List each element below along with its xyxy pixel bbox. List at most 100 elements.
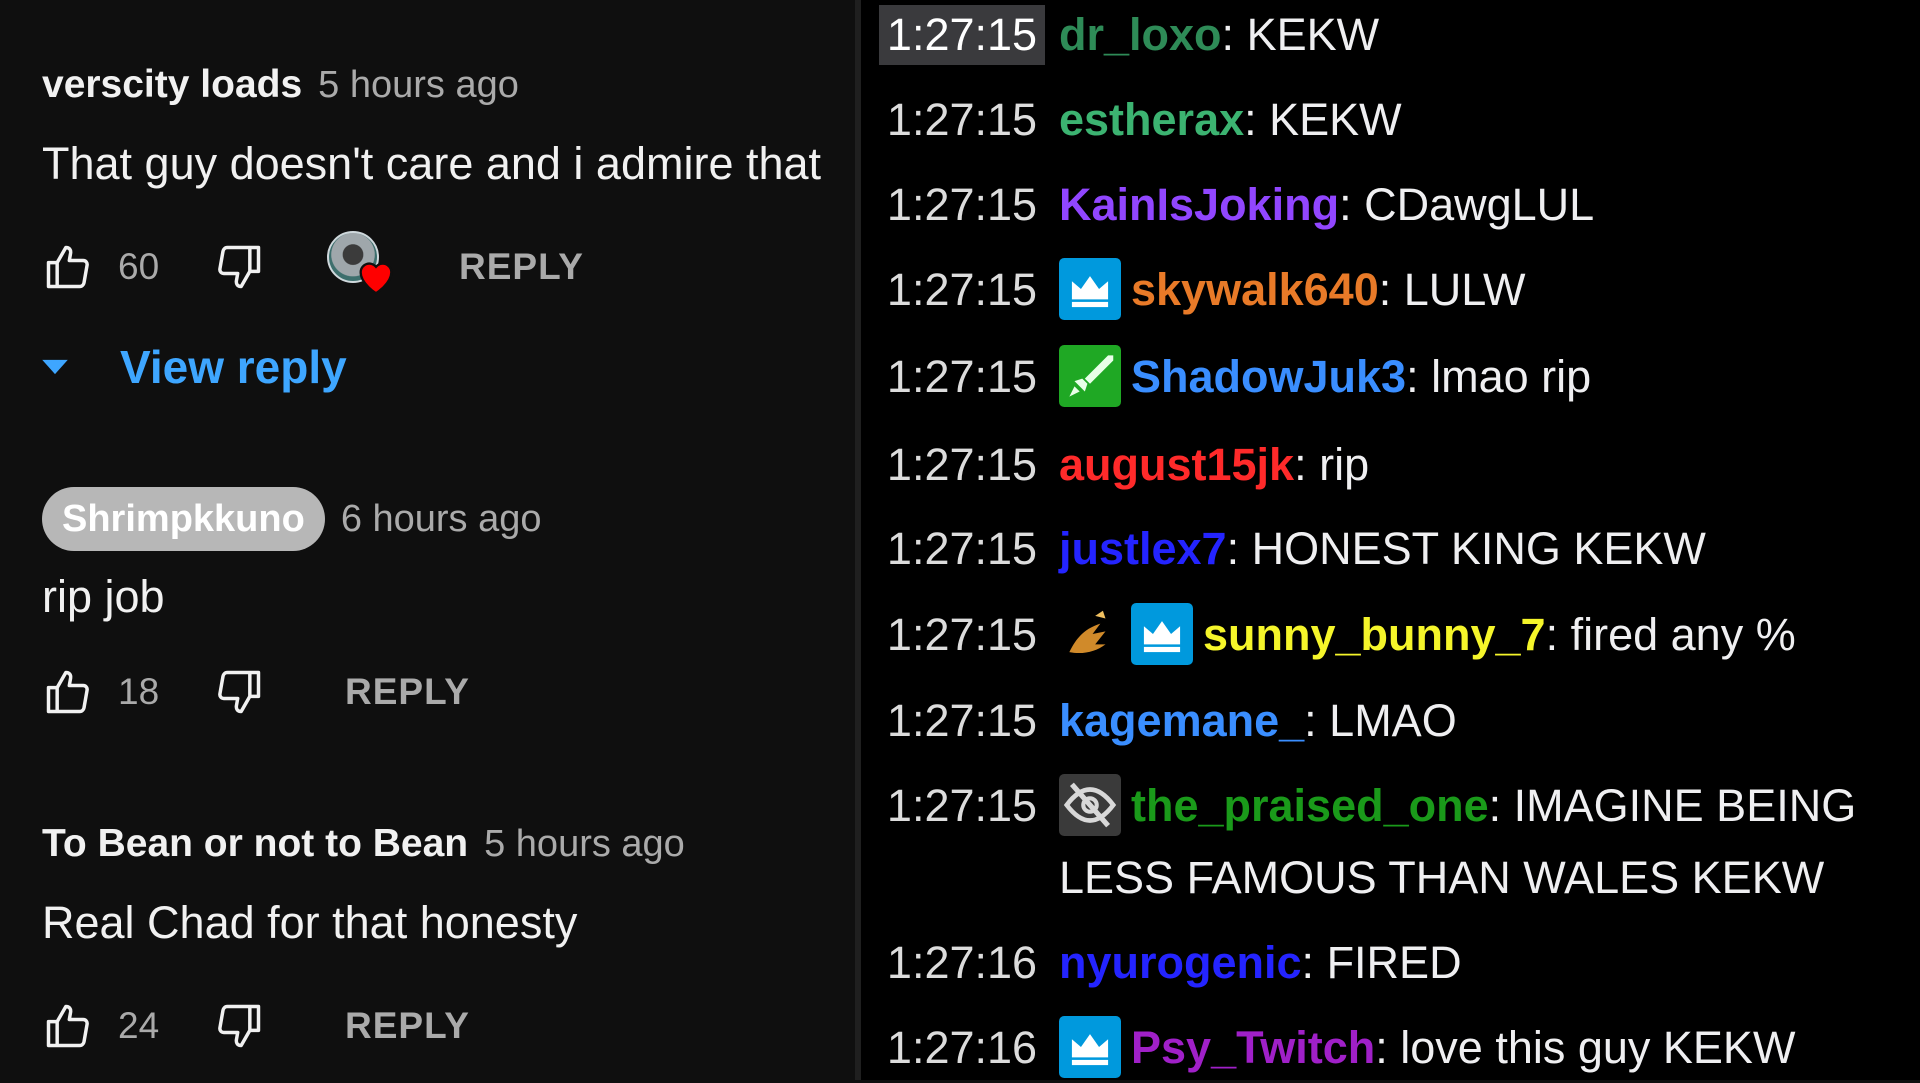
chat-text: fired any % <box>1570 609 1796 660</box>
chat-text: love this guy KEKW <box>1400 1022 1796 1073</box>
like-count: 18 <box>118 671 160 712</box>
dislike-icon[interactable] <box>213 666 265 718</box>
comment: To Bean or not to Bean 5 hours ago Real … <box>42 814 852 1066</box>
no-eye-icon[interactable] <box>1059 774 1121 837</box>
chat-separator: : <box>1226 523 1252 574</box>
comment-text: rip job <box>42 571 165 622</box>
like-count: 60 <box>118 246 160 287</box>
comment-actions: 18 REPLY <box>42 652 852 732</box>
like-icon[interactable] <box>42 241 94 293</box>
chat-username[interactable]: ShadowJuk3 <box>1131 351 1406 402</box>
chat-username[interactable]: Psy_Twitch <box>1131 1022 1375 1073</box>
chat-panel: 1:27:15 dr_loxo: KEKW 1:27:15 estherax: KEK… <box>861 0 1920 1080</box>
chat-text: FIRED <box>1326 937 1462 988</box>
chat-username[interactable]: dr_loxo <box>1059 9 1222 60</box>
view-reply-button[interactable]: View reply <box>38 340 347 394</box>
chat-timestamp[interactable]: 1:27:15 <box>879 175 1045 235</box>
dragon-icon[interactable] <box>1059 603 1121 666</box>
chat-text: KEKW <box>1246 9 1380 60</box>
chat-timestamp[interactable]: 1:27:15 <box>879 90 1045 150</box>
chat-text: CDawgLUL <box>1364 179 1595 230</box>
chat-message: 1:27:15 sunny_bunny_7: fired any % <box>879 600 1909 670</box>
chat-username[interactable]: nyurogenic <box>1059 937 1302 988</box>
comment-time[interactable]: 6 hours ago <box>341 498 542 541</box>
chat-separator: : <box>1545 609 1571 660</box>
chat-separator: : <box>1339 179 1365 230</box>
prime-crown-icon[interactable] <box>1059 1016 1121 1079</box>
like-icon[interactable] <box>42 1000 94 1052</box>
chat-username[interactable]: kagemane_ <box>1059 695 1304 746</box>
prime-crown-icon[interactable] <box>1059 258 1121 321</box>
comment-time[interactable]: 5 hours ago <box>318 64 519 107</box>
chat-separator: : <box>1301 937 1327 988</box>
like-icon[interactable] <box>42 666 94 718</box>
chat-message: 1:27:15 dr_loxo: KEKW <box>879 0 1909 70</box>
chat-text: IMAGINE BEING <box>1513 780 1857 831</box>
comment-header: To Bean or not to Bean 5 hours ago <box>42 814 852 874</box>
sword-icon[interactable] <box>1059 345 1121 408</box>
chat-timestamp[interactable]: 1:27:15 <box>879 605 1045 665</box>
prime-crown-icon[interactable] <box>1131 603 1193 666</box>
chat-timestamp[interactable]: 1:27:15 <box>879 435 1045 495</box>
like-count: 24 <box>118 1005 160 1046</box>
chat-timestamp[interactable]: 1:27:15 <box>879 347 1045 407</box>
chat-separator: : <box>1375 1022 1401 1073</box>
chat-separator: : <box>1244 94 1270 145</box>
comment-text: That guy doesn't care and i admire that <box>42 138 822 189</box>
chat-username[interactable]: august15jk <box>1059 439 1294 490</box>
chat-text: LULW <box>1403 264 1526 315</box>
chat-separator: : <box>1221 9 1247 60</box>
chat-message: 1:27:15 estherax: KEKW <box>879 85 1909 155</box>
chat-separator: : <box>1294 439 1320 490</box>
chat-username[interactable]: KainIsJoking <box>1059 179 1339 230</box>
comment-time[interactable]: 5 hours ago <box>484 823 685 866</box>
comment: Shrimpkkuno 6 hours ago rip job 18 REPLY <box>42 486 852 732</box>
chat-message: 1:27:15 skywalk640: LULW <box>879 255 1909 325</box>
comments-panel: verscity loads 5 hours ago That guy does… <box>0 0 855 1080</box>
chat-text: LMAO <box>1329 695 1457 746</box>
chat-timestamp[interactable]: 1:27:15 <box>879 260 1045 320</box>
chat-message: 1:27:15 august15jk: rip <box>879 430 1909 500</box>
view-reply-label: View reply <box>120 341 347 393</box>
chat-message: 1:27:15 kagemane_: LMAO <box>879 686 1909 756</box>
chat-timestamp[interactable]: 1:27:16 <box>879 933 1045 993</box>
chat-username[interactable]: the_praised_one <box>1131 780 1489 831</box>
comment-actions: 60 REPLY <box>42 227 852 307</box>
chat-username[interactable]: justlex7 <box>1059 523 1227 574</box>
chat-message: 1:27:15 the_praised_one: IMAGINE BEING LES… <box>879 771 1909 913</box>
comment: verscity loads 5 hours ago That guy does… <box>42 55 852 307</box>
heart-icon <box>359 262 393 295</box>
chat-timestamp[interactable]: 1:27:15 <box>879 691 1045 751</box>
chat-message: 1:27:16 nyurogenic: FIRED <box>879 928 1909 998</box>
chat-text-continued: LESS FAMOUS THAN WALES KEKW <box>1059 852 1825 903</box>
chat-text: lmao rip <box>1431 351 1592 402</box>
chat-username[interactable]: estherax <box>1059 94 1244 145</box>
dislike-icon[interactable] <box>213 1000 265 1052</box>
chat-text: rip <box>1319 439 1370 490</box>
chat-message: 1:27:15 KainIsJoking: CDawgLUL <box>879 170 1909 240</box>
chat-separator: : <box>1488 780 1514 831</box>
chat-timestamp[interactable]: 1:27:15 <box>879 519 1045 579</box>
comment-author-pill[interactable]: Shrimpkkuno <box>42 487 325 551</box>
chat-timestamp[interactable]: 1:27:16 <box>879 1018 1045 1078</box>
comment-text: Real Chad for that honesty <box>42 897 578 948</box>
chat-message: 1:27:15 ShadowJuk3: lmao rip <box>879 342 1909 412</box>
caret-down-icon <box>42 359 68 375</box>
chat-message: 1:27:15 justlex7: HONEST KING KEKW <box>879 514 1909 584</box>
comment-header: Shrimpkkuno 6 hours ago <box>42 486 852 552</box>
dislike-icon[interactable] <box>213 241 265 293</box>
chat-timestamp[interactable]: 1:27:15 <box>879 776 1045 836</box>
chat-timestamp[interactable]: 1:27:15 <box>879 5 1045 65</box>
comment-actions: 24 REPLY <box>42 986 852 1066</box>
chat-separator: : <box>1378 264 1404 315</box>
reply-button[interactable]: REPLY <box>345 671 470 713</box>
reply-button[interactable]: REPLY <box>345 1005 470 1047</box>
chat-username[interactable]: sunny_bunny_7 <box>1203 609 1546 660</box>
comment-author[interactable]: verscity loads <box>42 63 302 107</box>
comment-author[interactable]: To Bean or not to Bean <box>42 822 468 866</box>
chat-text: HONEST KING KEKW <box>1251 523 1706 574</box>
chat-username[interactable]: skywalk640 <box>1131 264 1379 315</box>
reply-button[interactable]: REPLY <box>459 246 584 288</box>
comment-header: verscity loads 5 hours ago <box>42 55 852 115</box>
chat-separator: : <box>1406 351 1432 402</box>
